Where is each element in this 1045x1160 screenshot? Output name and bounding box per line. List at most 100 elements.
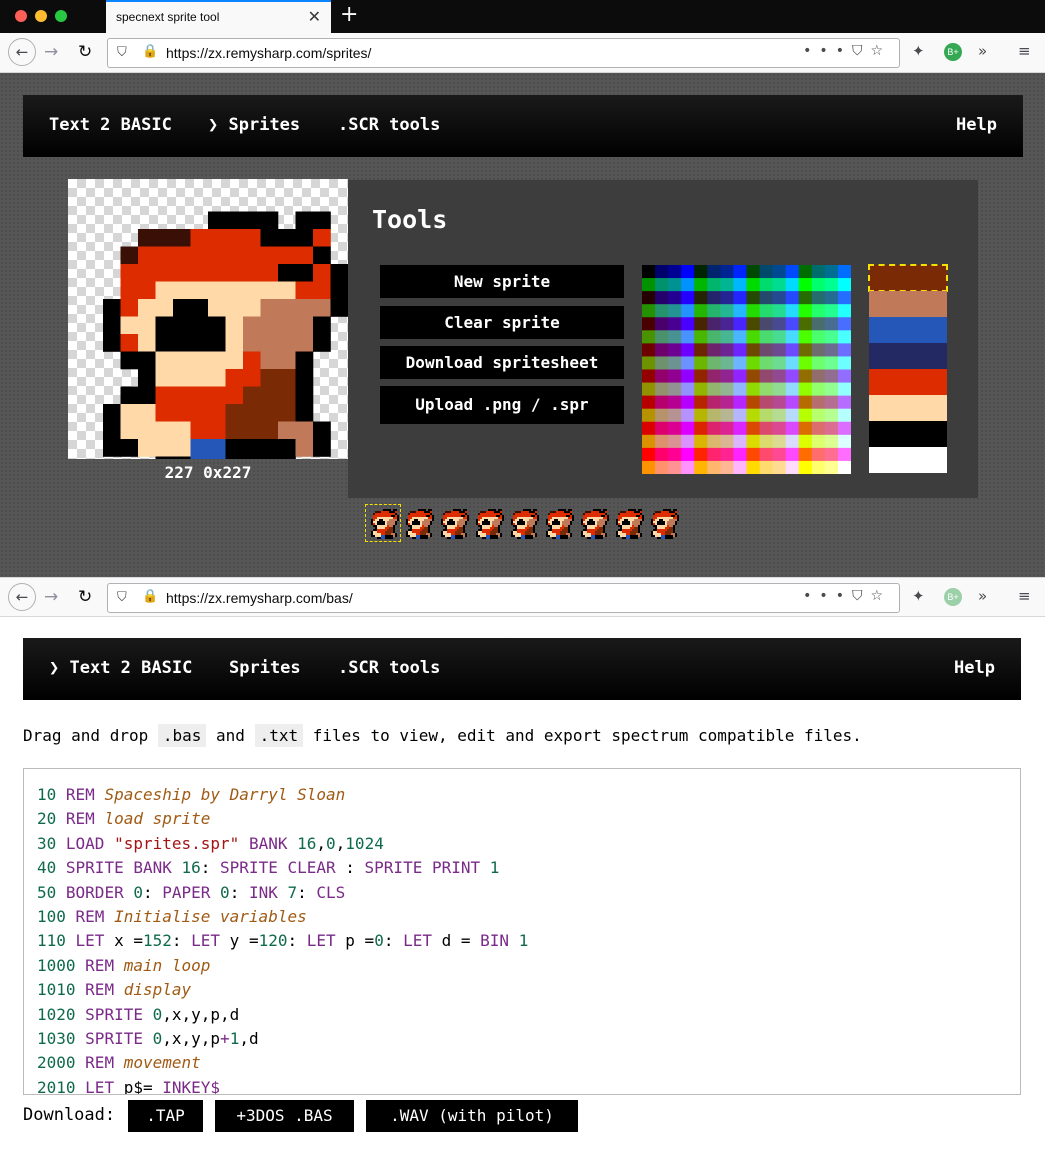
reload-icon[interactable]: ↻ [78,41,92,63]
code-line[interactable]: 1010 REM display [37,978,1020,1002]
palette-colour-cell[interactable] [837,408,851,423]
palette-colour-cell[interactable] [759,447,774,462]
palette-colour-cell[interactable] [668,330,682,344]
palette-colour-cell[interactable] [707,408,721,423]
nav-help[interactable]: Help [954,658,995,678]
palette-colour-cell[interactable] [772,408,787,423]
palette-colour-cell[interactable] [746,317,760,331]
palette-colour-cell[interactable] [811,278,826,292]
palette-colour-cell[interactable] [824,317,839,331]
palette-colour-cell[interactable] [798,369,813,383]
shield-icon[interactable]: ⛉ [117,590,127,605]
palette-colour-cell[interactable] [720,408,734,423]
palette-colour-cell[interactable] [681,265,695,279]
palette-colour-cell[interactable] [655,408,669,423]
palette-colour-cell[interactable] [720,369,734,383]
palette-colour-cell[interactable] [837,434,851,449]
palette-colour-cell[interactable] [785,356,800,370]
palette-colour-cell[interactable] [707,265,721,279]
palette-colour-cell[interactable] [811,395,826,410]
clear-sprite-button[interactable]: Clear sprite [380,306,624,339]
palette-colour-cell[interactable] [668,460,682,474]
palette-colour-cell[interactable] [785,343,800,357]
palette-colour-cell[interactable] [733,304,747,318]
palette-colour-cell[interactable] [759,460,774,474]
palette-colour-cell[interactable] [642,291,656,305]
palette-colour-cell[interactable] [642,447,656,462]
palette-colour-cell[interactable] [759,434,774,449]
palette-colour-cell[interactable] [772,265,787,279]
palette-colour-cell[interactable] [798,265,813,279]
palette-colour-cell[interactable] [837,343,851,357]
colour-swatch[interactable] [868,264,948,292]
sprite-frame-thumb[interactable] [436,505,470,541]
palette-colour-cell[interactable] [785,330,800,344]
palette-colour-cell[interactable] [772,343,787,357]
palette-colour-cell[interactable] [824,447,839,462]
palette-colour-cell[interactable] [733,356,747,370]
palette-colour-cell[interactable] [707,291,721,305]
back-arrow-icon[interactable]: ← [8,583,36,611]
palette-colour-cell[interactable] [837,278,851,292]
palette-colour-cell[interactable] [733,317,747,331]
palette-colour-cell[interactable] [655,291,669,305]
palette-colour-cell[interactable] [785,434,800,449]
palette-colour-cell[interactable] [824,369,839,383]
code-line[interactable]: 2010 LET p$= INKEY$ [37,1076,1020,1094]
palette-colour-cell[interactable] [746,447,760,462]
palette-colour-cell[interactable] [759,291,774,305]
palette-colour-cell[interactable] [707,343,721,357]
palette-colour-cell[interactable] [642,278,656,292]
palette-colour-cell[interactable] [772,395,787,410]
palette-colour-cell[interactable] [642,330,656,344]
palette-colour-cell[interactable] [681,356,695,370]
palette-colour-cell[interactable] [720,265,734,279]
palette-colour-cell[interactable] [707,460,721,474]
palette-colour-cell[interactable] [798,408,813,423]
palette-colour-cell[interactable] [655,460,669,474]
palette-colour-cell[interactable] [785,447,800,462]
nav-sprites[interactable]: Sprites [229,658,301,678]
palette-colour-cell[interactable] [733,421,747,436]
palette-colour-cell[interactable] [655,447,669,462]
palette-colour-cell[interactable] [798,434,813,449]
palette-colour-cell[interactable] [694,278,708,292]
palette-colour-cell[interactable] [707,369,721,383]
palette-colour-cell[interactable] [642,434,656,449]
palette-colour-cell[interactable] [642,317,656,331]
palette-colour-cell[interactable] [759,343,774,357]
palette-colour-cell[interactable] [837,356,851,370]
extension-icon[interactable]: B+ [944,588,962,606]
palette-colour-cell[interactable] [759,330,774,344]
sprite-frame-thumb[interactable] [576,505,610,541]
palette-colour-cell[interactable] [720,343,734,357]
palette-colour-cell[interactable] [733,330,747,344]
palette-colour-cell[interactable] [837,447,851,462]
palette-colour-cell[interactable] [837,369,851,383]
palette-colour-cell[interactable] [720,447,734,462]
palette-colour-cell[interactable] [798,421,813,436]
pin-icon[interactable]: ✦ [912,42,925,60]
palette-colour-cell[interactable] [746,265,760,279]
palette-colour-cell[interactable] [759,382,774,397]
palette-colour-cell[interactable] [681,382,695,397]
nav-text2basic-active[interactable]: ❯ Text 2 BASIC [49,658,192,678]
hamburger-menu-icon[interactable]: ≡ [1018,42,1031,60]
palette-colour-cell[interactable] [746,356,760,370]
palette-colour-cell[interactable] [642,356,656,370]
palette-colour-cell[interactable] [642,408,656,423]
palette-colour-cell[interactable] [824,460,839,474]
palette-colour-cell[interactable] [772,330,787,344]
palette-colour-cell[interactable] [720,382,734,397]
close-window-button[interactable] [15,10,27,22]
palette-colour-cell[interactable] [694,382,708,397]
palette-colour-cell[interactable] [798,317,813,331]
shield-icon[interactable]: ⛉ [117,45,127,60]
palette-colour-cell[interactable] [694,317,708,331]
lock-icon[interactable]: 🔒 [142,589,158,604]
sprite-frame-thumb[interactable] [541,505,575,541]
palette-colour-cell[interactable] [681,278,695,292]
sprite-frame-thumb[interactable] [471,505,505,541]
sprite-editor-canvas[interactable] [68,179,348,459]
colour-swatch[interactable] [869,291,947,317]
